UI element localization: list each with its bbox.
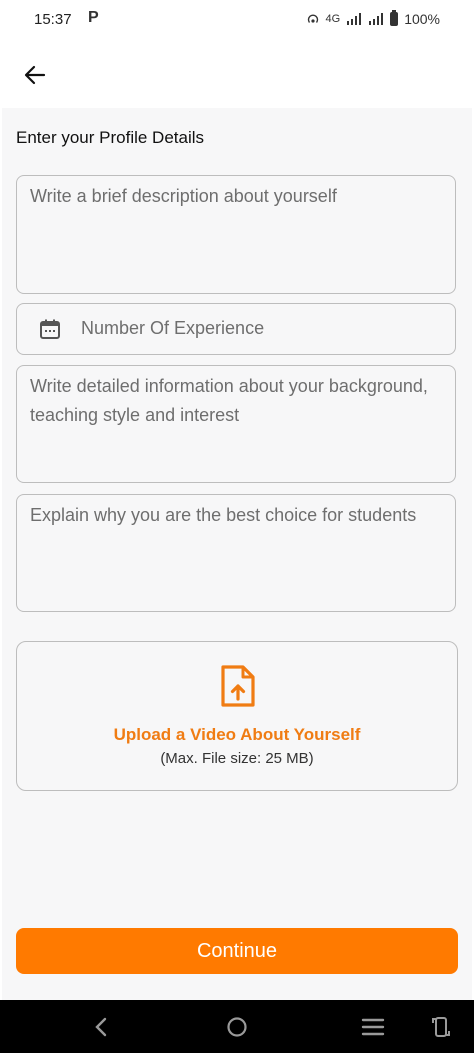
- upload-video-label: Upload a Video About Yourself: [113, 725, 361, 744]
- calendar-icon: [40, 319, 60, 339]
- signal-icon-2: [369, 13, 384, 25]
- rotate-screen-icon: [432, 1017, 450, 1037]
- background-field[interactable]: Write detailed information about your ba…: [16, 365, 456, 483]
- app-notification-icon: P: [88, 9, 99, 26]
- video-upload-area[interactable]: Upload a Video About Yourself (Max. File…: [16, 641, 458, 791]
- description-placeholder: Write a brief description about yourself: [30, 186, 337, 206]
- battery-icon: [390, 10, 399, 26]
- file-upload-icon: [221, 665, 255, 707]
- experience-field[interactable]: Number Of Experience: [16, 303, 456, 355]
- experience-placeholder: Number Of Experience: [81, 318, 265, 338]
- menu-icon: [361, 1018, 385, 1036]
- profile-form: Enter your Profile Details Write a brief…: [2, 108, 472, 1000]
- hotspot-icon: [307, 14, 318, 23]
- chevron-left-icon: [95, 1017, 107, 1037]
- nav-back-button[interactable]: [86, 1012, 116, 1042]
- arrow-left-icon: [24, 65, 46, 85]
- why-placeholder: Explain why you are the best choice for …: [30, 505, 417, 525]
- circle-home-icon: [227, 1017, 247, 1037]
- nav-home-button[interactable]: [222, 1012, 252, 1042]
- status-bar: 15:37 P 4G 100%: [0, 0, 474, 40]
- system-nav-bar: [0, 1000, 474, 1053]
- back-button[interactable]: [18, 58, 52, 92]
- signal-icon: [347, 13, 362, 25]
- network-type: 4G: [325, 13, 341, 25]
- status-indicators: 4G 100%: [306, 10, 440, 27]
- continue-button[interactable]: Continue: [16, 928, 458, 974]
- nav-rotate-button[interactable]: [426, 1012, 456, 1042]
- battery-level: 100%: [404, 11, 440, 27]
- status-time: 15:37: [34, 11, 72, 28]
- nav-menu-button[interactable]: [358, 1012, 388, 1042]
- app-bar: [0, 40, 474, 108]
- file-size-note: (Max. File size: 25 MB): [160, 750, 314, 767]
- why-field[interactable]: Explain why you are the best choice for …: [16, 494, 456, 612]
- background-placeholder: Write detailed information about your ba…: [30, 376, 428, 425]
- page-title: Enter your Profile Details: [16, 128, 205, 147]
- description-field[interactable]: Write a brief description about yourself: [16, 175, 456, 294]
